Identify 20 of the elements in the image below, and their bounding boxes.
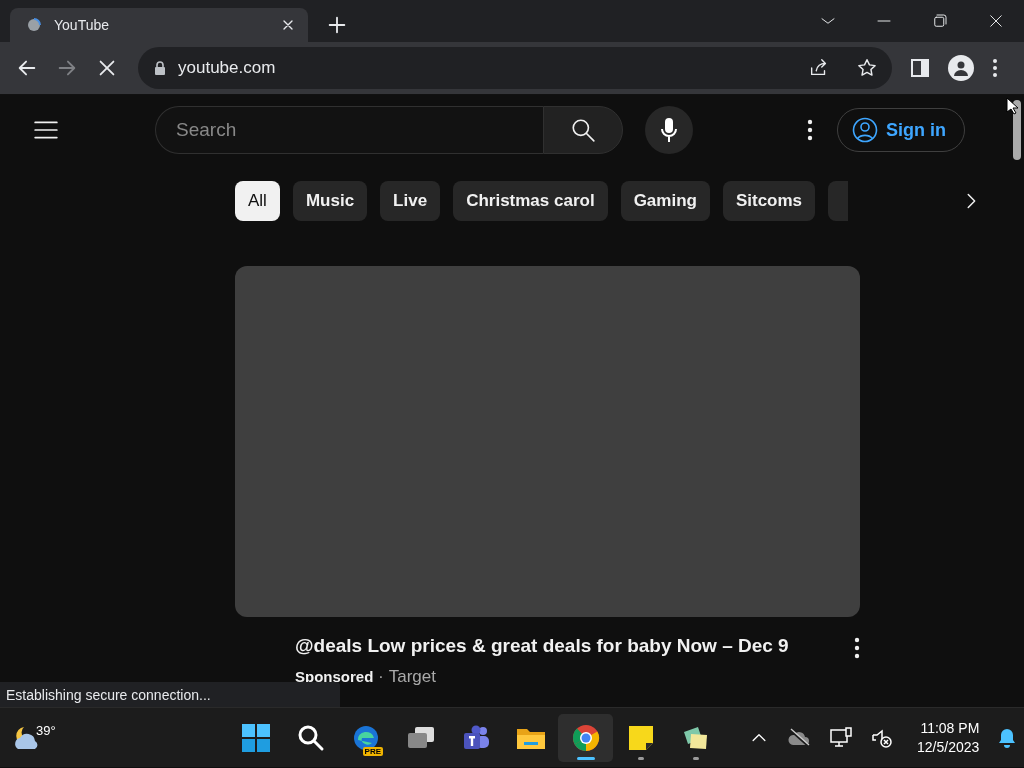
video-title[interactable]: @deals Low prices & great deals for baby Now – Dec 9 (295, 635, 854, 657)
category-chip[interactable]: Live (380, 181, 441, 221)
category-chip[interactable]: Sitcoms (722, 181, 816, 221)
taskbar-app[interactable]: PRE (338, 713, 393, 762)
temperature: 39° (36, 722, 56, 738)
category-chip[interactable]: Christmas carol (453, 181, 608, 221)
separator-dot: · (378, 668, 384, 686)
browser-tab[interactable]: YouTube (10, 8, 308, 42)
status-text: Establishing secure connection... (5, 686, 211, 703)
search-field[interactable]: Search (155, 106, 543, 154)
sponsored-label: Sponsored (295, 668, 374, 685)
address-bar[interactable]: youtube.com (138, 47, 892, 89)
category-chip[interactable]: Music (292, 181, 368, 221)
category-chip[interactable]: All (235, 181, 280, 221)
clock[interactable]: 11:08 PM 12/5/2023 (917, 718, 980, 757)
tab-title: YouTube (54, 17, 110, 33)
url-text: youtube.com (178, 58, 277, 78)
preview-badge: PRE (362, 746, 383, 756)
category-chip[interactable]: Gaming (620, 181, 710, 221)
advertiser-name: Target (388, 667, 436, 687)
